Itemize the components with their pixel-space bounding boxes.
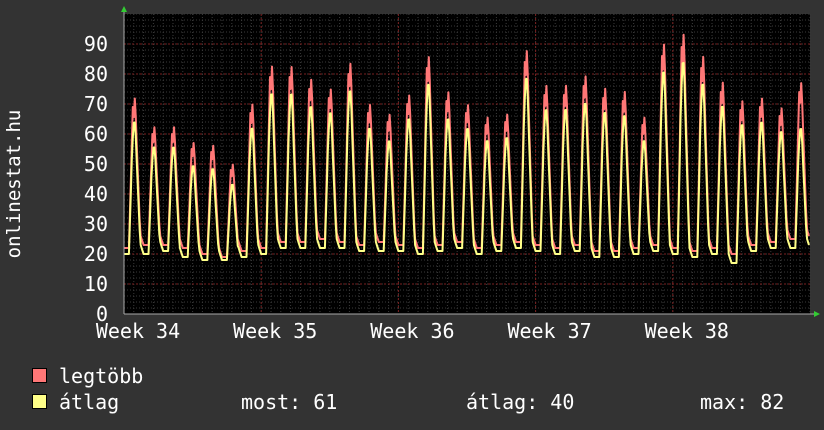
legend-label-legtobb: legtöbb — [59, 364, 144, 388]
legend-swatch-legtobb — [32, 368, 47, 383]
x-axis-arrow — [814, 311, 820, 317]
y-tick-label: 40 — [84, 182, 108, 206]
x-tick-label: Week 35 — [233, 319, 317, 343]
stat-current: most: 61 — [241, 390, 338, 414]
stat-max: max: 82 — [700, 390, 785, 414]
stat-average: átlag: 40 — [466, 390, 575, 414]
y-tick-label: 70 — [84, 92, 108, 116]
y-tick-label: 90 — [84, 32, 108, 56]
y-tick-label: 20 — [84, 242, 108, 266]
y-tick-label: 80 — [84, 62, 108, 86]
y-tick-label: 50 — [84, 152, 108, 176]
y-tick-label: 60 — [84, 122, 108, 146]
y-axis-arrow — [121, 6, 127, 12]
x-tick-label: Week 36 — [370, 319, 454, 343]
x-tick-label: Week 38 — [645, 319, 729, 343]
y-tick-label: 10 — [84, 272, 108, 296]
legend-label-atlag: átlag — [59, 390, 120, 414]
y-axis-label: onlinestat.hu — [3, 110, 25, 259]
x-tick-label: Week 34 — [96, 319, 180, 343]
x-tick-label: Week 37 — [507, 319, 591, 343]
y-tick-label: 30 — [84, 212, 108, 236]
legend-swatch-atlag — [32, 394, 47, 409]
traffic-chart: 0102030405060708090Week 34 Week 35 Week 36… — [3, 6, 820, 343]
